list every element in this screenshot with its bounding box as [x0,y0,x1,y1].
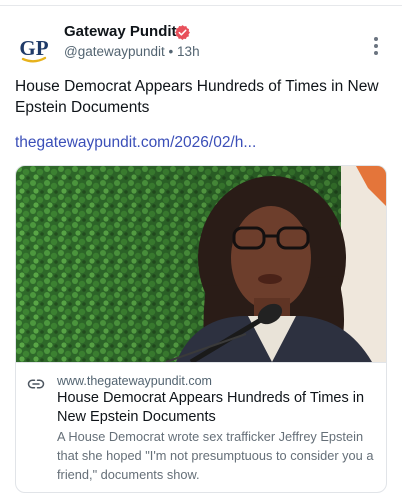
card-description: A House Democrat wrote sex trafficker Je… [57,429,374,482]
more-options-icon [374,37,378,55]
post[interactable]: GP Gateway Pundit @gatewaypundit • 13h H… [0,6,402,500]
author-handle[interactable]: @gatewaypundit [64,44,165,59]
avatar[interactable]: GP [14,28,54,68]
card-body: www.thegatewaypundit.com House Democrat … [16,362,386,492]
card-title[interactable]: House Democrat Appears Hundreds of Times… [57,389,377,427]
card-domain: www.thegatewaypundit.com [57,374,212,388]
post-text: House Democrat Appears Hundreds of Times… [15,78,379,116]
link-icon [27,379,45,389]
more-options-button[interactable] [362,32,390,60]
verified-badge-icon [175,25,190,40]
author-name[interactable]: Gateway Pundit [64,22,177,42]
handle-row: @gatewaypundit • 13h [64,43,200,61]
link-preview-card[interactable]: www.thegatewaypundit.com House Democrat … [15,165,387,493]
meta-separator: • [168,44,174,59]
avatar-logo: GP [19,36,49,63]
svg-text:GP: GP [19,36,48,60]
post-link[interactable]: thegatewaypundit.com/2026/02/h... [15,132,256,153]
post-time[interactable]: 13h [177,44,200,59]
card-image[interactable] [16,166,386,362]
